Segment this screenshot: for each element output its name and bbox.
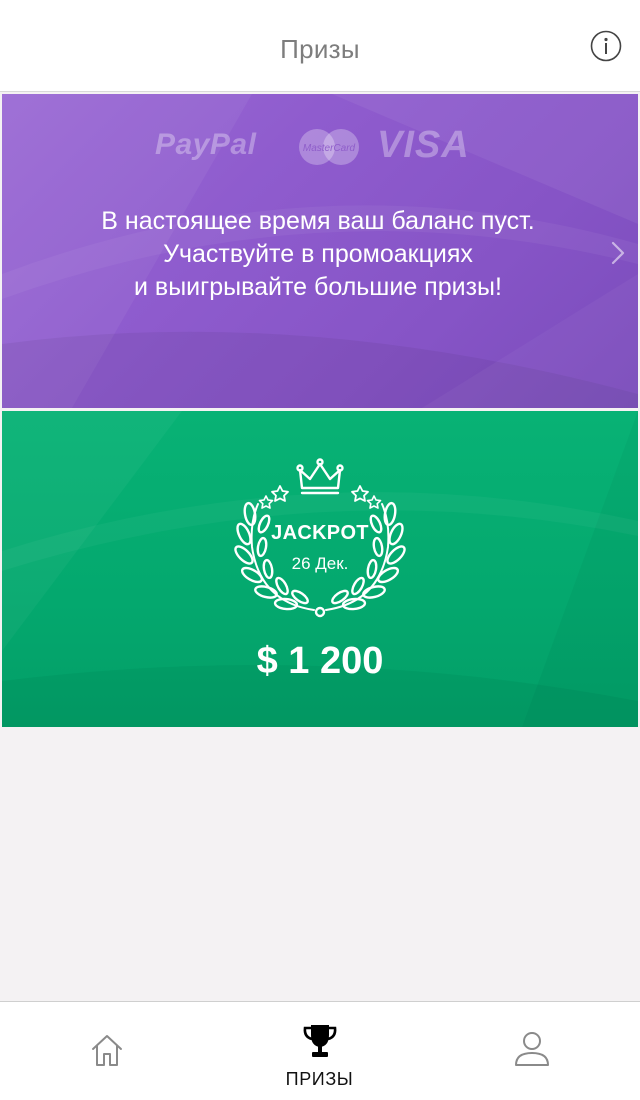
message-line-3: и выигрывайте большие призы! — [134, 273, 502, 301]
message-line-2: Участвуйте в промоакциях — [163, 240, 473, 268]
message-line-1: В настоящее время ваш баланс пуст. — [101, 207, 535, 235]
tab-prizes[interactable]: ПРИЗЫ — [213, 1002, 426, 1100]
empty-balance-message: В настоящее время ваш баланс пуст. Участ… — [40, 205, 596, 304]
trophy-icon — [303, 1025, 337, 1057]
tab-bar: ПРИЗЫ — [0, 1001, 640, 1100]
tab-prizes-label: ПРИЗЫ — [285, 1069, 354, 1089]
info-circle-icon — [590, 30, 622, 62]
page-title: Призы — [280, 34, 360, 64]
info-button[interactable] — [590, 30, 622, 62]
jackpot-label: JACKPOT — [271, 522, 369, 544]
jackpot-amount: $ 1 200 — [256, 640, 384, 682]
mastercard-logo-text: MasterCard — [303, 143, 356, 154]
visa-logo: VISA — [377, 124, 470, 166]
tab-home[interactable] — [0, 1002, 213, 1100]
jackpot-date: 26 Дек. — [291, 554, 349, 573]
home-icon — [92, 1035, 122, 1066]
navigation-bar: Призы — [0, 0, 640, 92]
mastercard-logo: MasterCard — [299, 129, 359, 165]
user-icon — [515, 1032, 549, 1066]
chevron-right-icon[interactable] — [610, 240, 626, 266]
paypal-logo: PayPal — [155, 128, 257, 161]
tab-profile[interactable] — [427, 1002, 640, 1100]
